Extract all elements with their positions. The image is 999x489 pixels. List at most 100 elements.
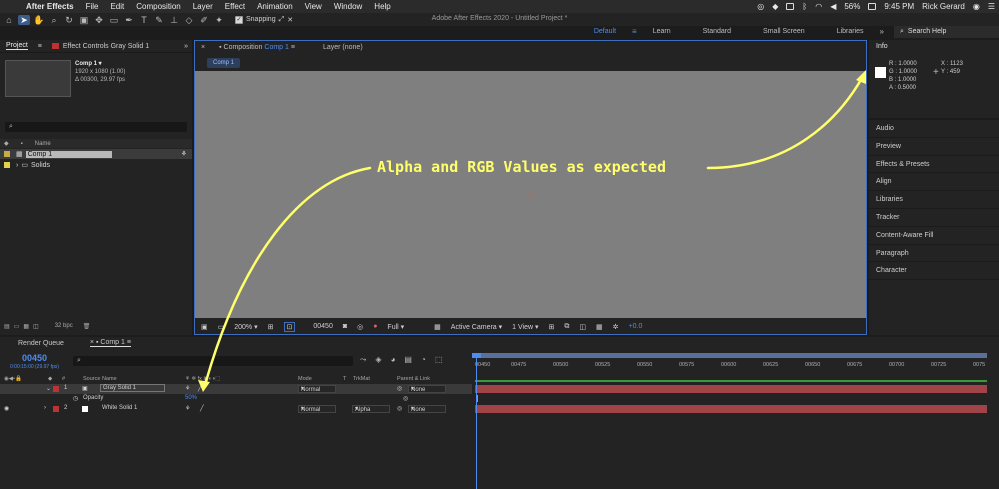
- workspace-standard[interactable]: Standard: [703, 28, 731, 35]
- panel-paragraph[interactable]: Paragraph: [869, 245, 999, 263]
- snapshot-icon[interactable]: ◙: [343, 323, 347, 330]
- always-preview-icon[interactable]: ▣: [201, 323, 208, 331]
- new-folder-icon[interactable]: ▭: [14, 323, 20, 330]
- channel-icon[interactable]: ●: [373, 323, 377, 330]
- info-title[interactable]: Info: [869, 40, 999, 54]
- project-item-solids[interactable]: › ▭ Solids: [0, 160, 192, 170]
- tab-effect-controls[interactable]: Effect Controls Gray Solid 1: [51, 43, 149, 50]
- workspace-learn[interactable]: Learn: [653, 28, 671, 35]
- menu-effect[interactable]: Effect: [225, 2, 245, 11]
- expand-arrow-icon[interactable]: ⌄: [46, 385, 51, 392]
- trkmat-column[interactable]: TrkMat: [353, 376, 370, 382]
- timeline-icon[interactable]: ▦: [596, 323, 603, 331]
- graph-editor-icon[interactable]: ⬚: [435, 355, 443, 365]
- source-name-column[interactable]: Source Name: [83, 376, 117, 382]
- tab-comp[interactable]: × ▪ Comp 1 ≡: [89, 339, 131, 347]
- panel-menu-icon[interactable]: ≡: [38, 43, 42, 50]
- project-item-comp[interactable]: ▦ Comp 1 ⚘: [0, 149, 192, 159]
- brush-tool-icon[interactable]: ✎: [153, 15, 165, 25]
- comp-info-name[interactable]: Comp 1 ▾: [75, 60, 125, 68]
- rectangle-tool-icon[interactable]: ▭: [108, 15, 120, 25]
- user-name[interactable]: Rick Gerard: [922, 2, 965, 11]
- panel-audio[interactable]: Audio: [869, 120, 999, 138]
- views-dropdown[interactable]: 1 View ▾: [512, 323, 538, 331]
- wifi-icon[interactable]: ◠: [815, 2, 822, 11]
- snapping-toggle[interactable]: ✓ Snapping ⤢ ✕: [235, 15, 293, 24]
- workspace-menu-icon[interactable]: ≡: [632, 27, 637, 36]
- panel-menu-icon[interactable]: ≡: [291, 44, 295, 51]
- pickwhip-icon[interactable]: ◎: [397, 385, 402, 392]
- quality-switch-icon[interactable]: ╱: [200, 405, 204, 412]
- pickwhip-icon[interactable]: ◎: [397, 405, 402, 412]
- frame-number[interactable]: 00450: [313, 323, 332, 330]
- stopwatch-icon[interactable]: ◷: [73, 395, 78, 402]
- label-color-swatch[interactable]: [4, 162, 10, 168]
- flowchart-icon[interactable]: ⚘: [181, 150, 187, 158]
- type-tool-icon[interactable]: T: [138, 15, 150, 25]
- lock-icon[interactable]: ▪: [219, 44, 221, 51]
- adjust-icon[interactable]: ◫: [33, 323, 39, 330]
- switches-column-icon[interactable]: ⚘ ✲ fx ▣◐◑⬚: [185, 376, 220, 382]
- clock[interactable]: 9:45 PM: [884, 2, 914, 11]
- notification-center-icon[interactable]: ☰: [988, 2, 995, 11]
- snapping-checkbox[interactable]: ✓: [235, 15, 243, 24]
- work-area-bar[interactable]: [475, 353, 987, 358]
- more-workspaces-icon[interactable]: »: [880, 27, 884, 36]
- opacity-value[interactable]: 50%: [185, 395, 197, 401]
- layer-name[interactable]: White Solid 1: [102, 405, 137, 411]
- zoom-dropdown[interactable]: 200% ▾: [234, 323, 257, 331]
- dropbox-icon[interactable]: ◆: [772, 2, 778, 11]
- visibility-eye-icon[interactable]: ◉: [4, 405, 9, 412]
- label-color-swatch[interactable]: [53, 386, 59, 392]
- display-icon[interactable]: [786, 3, 795, 10]
- safe-margins-icon[interactable]: ⊞: [268, 323, 274, 331]
- siri-icon[interactable]: ◉: [973, 2, 980, 11]
- workspace-small-screen[interactable]: Small Screen: [763, 28, 805, 35]
- panel-preview[interactable]: Preview: [869, 138, 999, 156]
- panel-libraries[interactable]: Libraries: [869, 191, 999, 209]
- pen-tool-icon[interactable]: ✒: [123, 15, 135, 25]
- creative-cloud-icon[interactable]: ◎: [757, 2, 764, 11]
- shy-switch-icon[interactable]: ⚘: [185, 405, 190, 412]
- bpc-label[interactable]: 32 bpc: [55, 323, 73, 329]
- panel-effects-presets[interactable]: Effects & Presets: [869, 156, 999, 174]
- tab-render-queue[interactable]: Render Queue: [18, 340, 64, 347]
- playhead-line[interactable]: [476, 353, 477, 489]
- selection-tool-icon[interactable]: ➤: [18, 14, 30, 25]
- draft-3d-icon[interactable]: ◈: [375, 355, 381, 365]
- quality-switch-icon[interactable]: ╱: [198, 385, 202, 392]
- parent-link-column[interactable]: Parent & Link: [397, 376, 430, 382]
- puppet-tool-icon[interactable]: ✦: [213, 15, 225, 25]
- menu-layer[interactable]: Layer: [193, 2, 213, 11]
- draft-3d-icon[interactable]: ⧉: [564, 323, 569, 331]
- layer-name[interactable]: Gray Solid 1: [100, 384, 166, 392]
- pan-behind-tool-icon[interactable]: ✥: [93, 15, 105, 25]
- toggle-pixel-icon[interactable]: ⊞: [549, 323, 555, 331]
- composition-canvas[interactable]: ✧: [195, 71, 866, 318]
- close-icon[interactable]: ×: [201, 44, 205, 51]
- fast-preview-icon[interactable]: ◫: [579, 323, 586, 331]
- monitor-icon[interactable]: ▭: [218, 323, 225, 331]
- expand-arrow-icon[interactable]: ›: [16, 162, 18, 169]
- trash-icon[interactable]: 🗑: [83, 323, 91, 330]
- resolution-dropdown[interactable]: Full ▾: [387, 323, 404, 331]
- anchor-point-icon[interactable]: ✧: [527, 192, 535, 200]
- pickwhip-icon[interactable]: ◎: [403, 395, 408, 402]
- hash-column[interactable]: #: [62, 376, 65, 382]
- layer-row[interactable]: ◉ › 2 White Solid 1 ⚘ ╱ Normal ▾ Alpha ▾…: [0, 404, 472, 414]
- snap-edges-icon[interactable]: ⤢: [279, 16, 285, 24]
- layer-row[interactable]: ⌄ 1 ▣ Gray Solid 1 ⚘ ╱ Normal ▾ ◎ None ▾: [0, 384, 472, 394]
- workspace-libraries[interactable]: Libraries: [837, 28, 864, 35]
- t-column[interactable]: T: [343, 376, 346, 382]
- frame-blending-icon[interactable]: ▤: [404, 355, 412, 365]
- more-panels-icon[interactable]: »: [184, 43, 188, 50]
- show-snapshot-icon[interactable]: ◎: [357, 323, 363, 331]
- label-color-swatch[interactable]: [4, 151, 10, 157]
- trkmat-dropdown[interactable]: Alpha ▾: [352, 405, 390, 413]
- battery-icon[interactable]: [868, 3, 877, 10]
- comp-mini-flowchart-icon[interactable]: ⤳: [360, 355, 366, 365]
- eraser-tool-icon[interactable]: ◇: [183, 15, 195, 25]
- interpret-footage-icon[interactable]: ▤: [4, 323, 10, 330]
- current-time[interactable]: 00450: [22, 353, 47, 363]
- name-column[interactable]: Name: [35, 141, 51, 147]
